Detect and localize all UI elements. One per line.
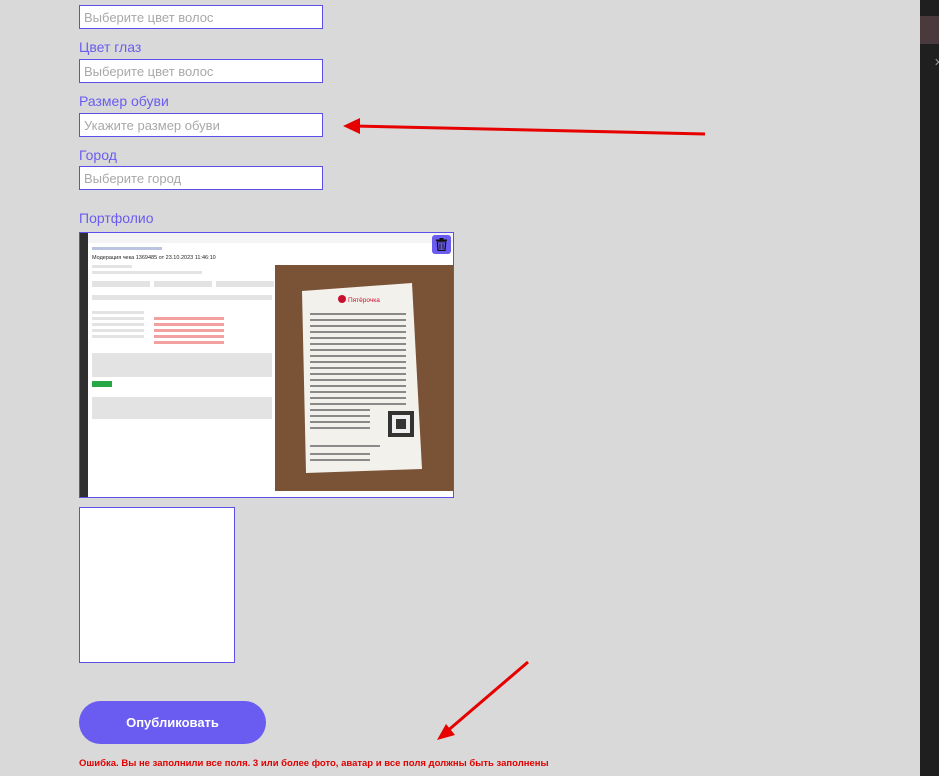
moderation-title: Модерация чека 1369485 от 23.10.2023 11:… — [92, 255, 216, 261]
shoe-size-field[interactable] — [79, 113, 323, 137]
hair-color-field[interactable] — [79, 5, 323, 29]
annotation-arrow — [444, 660, 529, 735]
error-message: Ошибка. Вы не заполнили все поля. 3 или … — [79, 758, 549, 769]
shoe-size-label: Размер обуви — [79, 93, 169, 109]
close-icon[interactable]: ✕ — [934, 56, 939, 69]
side-panel-edge: ✕ — [920, 0, 939, 776]
city-field[interactable] — [79, 166, 323, 190]
eye-color-label: Цвет глаз — [79, 39, 142, 55]
city-label: Город — [79, 147, 117, 163]
annotation-arrowhead — [343, 118, 360, 134]
receipt-moderation-screenshot: Модерация чека 1369485 от 23.10.2023 11:… — [80, 233, 453, 497]
annotation-arrow — [353, 124, 706, 136]
portfolio-photo: Модерация чека 1369485 от 23.10.2023 11:… — [79, 232, 454, 498]
annotation-arrowhead — [437, 724, 455, 740]
eye-color-field[interactable] — [79, 59, 323, 83]
photo-upload-slot[interactable] — [79, 507, 235, 663]
portfolio-label: Портфолио — [79, 210, 154, 226]
receipt-store-name: Пятёрочка — [348, 297, 380, 304]
delete-photo-button[interactable] — [432, 235, 451, 254]
side-panel-block — [920, 16, 939, 44]
publish-button[interactable]: Опубликовать — [79, 701, 266, 744]
trash-icon — [436, 238, 447, 251]
